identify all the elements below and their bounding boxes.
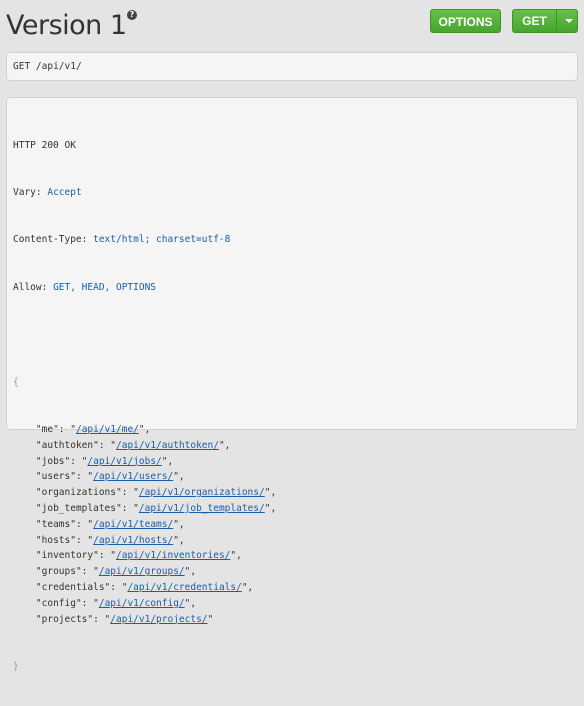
json-key: jobs: [41, 455, 65, 467]
json-entry: "inventory": "/api/v1/inventories/",: [35, 550, 242, 562]
get-button[interactable]: GET: [513, 10, 557, 32]
json-entry: "users": "/api/v1/users/",: [35, 471, 185, 483]
json-entry: "config": "/api/v1/config/",: [35, 597, 197, 609]
response-panel: HTTP 200 OK Vary: Accept Content-Type: t…: [6, 97, 578, 672]
json-link[interactable]: /api/v1/job_templates/: [139, 503, 265, 514]
header-value: Accept: [47, 186, 82, 198]
close-brace: }: [13, 660, 19, 672]
json-key: users: [41, 471, 71, 483]
json-key: groups: [41, 566, 76, 578]
request-method: GET: [13, 61, 31, 72]
json-entry: "groups": "/api/v1/groups/",: [35, 566, 197, 578]
header-value: GET, HEAD, OPTIONS: [53, 281, 157, 293]
header-line: Vary: Accept: [13, 185, 276, 201]
header-key: Content-Type:: [13, 234, 88, 246]
json-key: job_templates: [41, 502, 116, 514]
open-brace: {: [13, 376, 19, 388]
json-link[interactable]: /api/v1/groups/: [99, 566, 185, 577]
json-entry: "jobs": "/api/v1/jobs/",: [35, 455, 174, 467]
json-entry: "authtoken": "/api/v1/authtoken/",: [35, 439, 231, 451]
help-icon[interactable]: ?: [127, 10, 137, 20]
request-panel: GET /api/v1/: [6, 52, 578, 81]
header-line: Content-Type: text/html; charset=utf-8: [13, 232, 276, 248]
header-key: Vary:: [13, 186, 42, 198]
options-button[interactable]: OPTIONS: [430, 9, 501, 33]
get-button-group: GET: [512, 9, 578, 33]
json-entry: "organizations": "/api/v1/organizations/…: [35, 487, 277, 499]
json-key: authtoken: [41, 439, 94, 451]
json-link[interactable]: /api/v1/me/: [76, 424, 139, 435]
request-line: GET /api/v1/: [13, 61, 82, 72]
json-entry: "teams": "/api/v1/teams/",: [35, 518, 185, 530]
response-body: HTTP 200 OK Vary: Accept Content-Type: t…: [13, 106, 276, 706]
json-key: teams: [41, 518, 71, 530]
json-link[interactable]: /api/v1/authtoken/: [116, 440, 219, 451]
json-entry: "hosts": "/api/v1/hosts/",: [35, 534, 185, 546]
json-key: config: [41, 597, 76, 609]
json-link[interactable]: /api/v1/projects/: [110, 614, 207, 625]
json-entries: "me": "/api/v1/me/", "authtoken": "/api/…: [13, 422, 276, 627]
json-key: hosts: [41, 534, 71, 546]
page-title: Version 1: [6, 10, 127, 41]
json-key: inventory: [41, 550, 94, 562]
json-link[interactable]: /api/v1/credentials/: [127, 582, 241, 593]
json-link[interactable]: /api/v1/organizations/: [139, 487, 265, 498]
json-entry: "projects": "/api/v1/projects/": [35, 613, 214, 625]
json-link[interactable]: /api/v1/teams/: [93, 519, 173, 530]
json-entry: "me": "/api/v1/me/",: [35, 423, 151, 435]
json-link[interactable]: /api/v1/inventories/: [116, 550, 230, 561]
request-path: /api/v1/: [35, 61, 82, 72]
json-key: me: [41, 423, 54, 435]
header-value: text/html; charset=utf-8: [93, 234, 231, 246]
json-entry: "credentials": "/api/v1/credentials/",: [35, 581, 254, 593]
json-key: projects: [41, 613, 88, 625]
json-entry: "job_templates": "/api/v1/job_templates/…: [35, 502, 277, 514]
json-key: organizations: [41, 487, 116, 499]
json-link[interactable]: /api/v1/users/: [93, 471, 173, 482]
json-key: credentials: [41, 581, 105, 593]
header-line: Allow: GET, HEAD, OPTIONS: [13, 280, 276, 296]
caret-down-icon[interactable]: [557, 10, 577, 32]
response-status: HTTP 200 OK: [13, 139, 76, 151]
json-link[interactable]: /api/v1/hosts/: [93, 535, 173, 546]
json-link[interactable]: /api/v1/jobs/: [87, 456, 161, 467]
header-key: Allow:: [13, 281, 48, 293]
json-link[interactable]: /api/v1/config/: [99, 598, 185, 609]
